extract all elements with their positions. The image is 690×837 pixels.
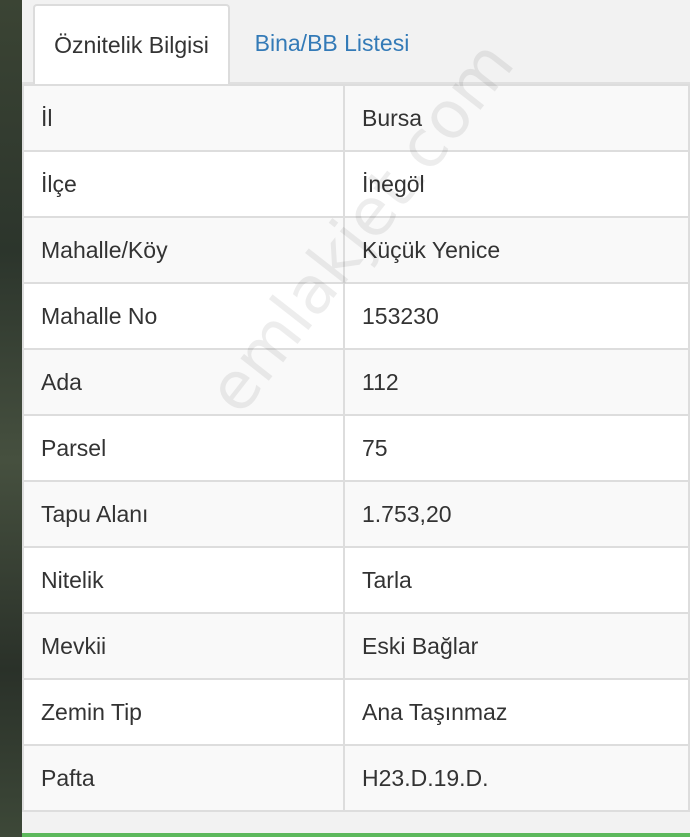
row-value-ilce: İnegöl: [343, 150, 690, 218]
table-row: Mevkii Eski Bağlar: [22, 612, 690, 680]
table-row: Nitelik Tarla: [22, 546, 690, 614]
row-label-pafta: Pafta: [22, 744, 345, 812]
row-label-mahalle-koy: Mahalle/Köy: [22, 216, 345, 284]
table-row: Parsel 75: [22, 414, 690, 482]
row-label-il: İl: [22, 84, 345, 152]
parcel-info-panel: Öznitelik Bilgisi Bina/BB Listesi İl Bur…: [22, 0, 690, 837]
row-label-mevkii: Mevkii: [22, 612, 345, 680]
table-row: Tapu Alanı 1.753,20: [22, 480, 690, 548]
row-label-ada: Ada: [22, 348, 345, 416]
row-value-nitelik: Tarla: [343, 546, 690, 614]
row-value-mevkii: Eski Bağlar: [343, 612, 690, 680]
row-label-mahalle-no: Mahalle No: [22, 282, 345, 350]
table-row: Mahalle/Köy Küçük Yenice: [22, 216, 690, 284]
row-label-zemin-tip: Zemin Tip: [22, 678, 345, 746]
table-row: Zemin Tip Ana Taşınmaz: [22, 678, 690, 746]
row-label-tapu-alani: Tapu Alanı: [22, 480, 345, 548]
row-value-il: Bursa: [343, 84, 690, 152]
row-value-parsel: 75: [343, 414, 690, 482]
table-row: İlçe İnegöl: [22, 150, 690, 218]
row-label-parsel: Parsel: [22, 414, 345, 482]
row-value-mahalle-koy: Küçük Yenice: [343, 216, 690, 284]
map-background: [0, 0, 24, 837]
table-row: Pafta H23.D.19.D.: [22, 744, 690, 812]
row-value-zemin-tip: Ana Taşınmaz: [343, 678, 690, 746]
accent-bar: [22, 833, 690, 837]
row-label-nitelik: Nitelik: [22, 546, 345, 614]
tab-building-list[interactable]: Bina/BB Listesi: [242, 4, 422, 82]
table-row: Ada 112: [22, 348, 690, 416]
row-value-ada: 112: [343, 348, 690, 416]
row-value-mahalle-no: 153230: [343, 282, 690, 350]
tab-bar: Öznitelik Bilgisi Bina/BB Listesi: [22, 0, 690, 84]
table-row: Mahalle No 153230: [22, 282, 690, 350]
row-label-ilce: İlçe: [22, 150, 345, 218]
row-value-pafta: H23.D.19.D.: [343, 744, 690, 812]
table-row: İl Bursa: [22, 84, 690, 152]
row-value-tapu-alani: 1.753,20: [343, 480, 690, 548]
attribute-table: İl Bursa İlçe İnegöl Mahalle/Köy Küçük Y…: [22, 84, 690, 812]
tab-attribute-info[interactable]: Öznitelik Bilgisi: [33, 4, 230, 84]
